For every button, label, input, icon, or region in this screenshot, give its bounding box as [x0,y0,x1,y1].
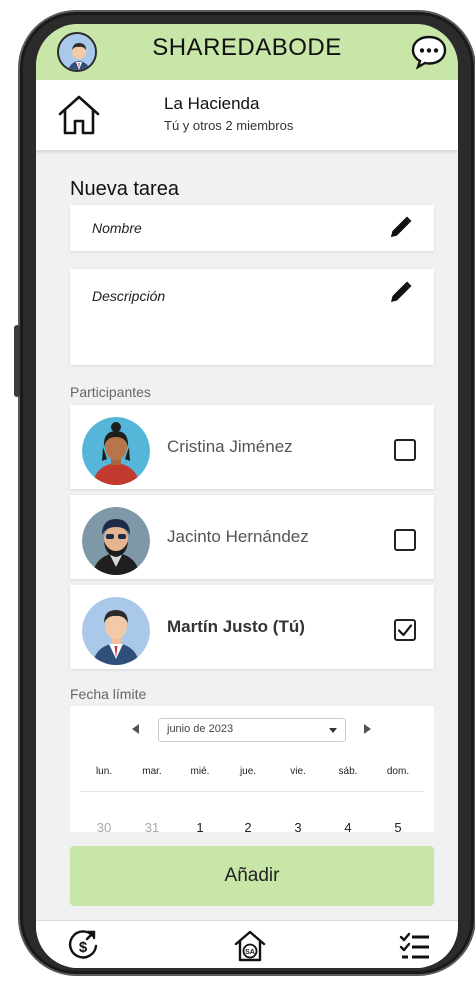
next-month-icon[interactable] [364,724,371,734]
avatar [82,507,150,575]
calendar-day[interactable]: 1 [180,820,220,832]
participants-label: Participantes [70,384,151,400]
participant-row[interactable]: Jacinto Hernández [70,495,434,579]
chat-button[interactable] [410,34,448,70]
calendar-day[interactable]: 2 [228,820,268,832]
weekday-label: mié. [190,766,210,777]
expenses-icon[interactable]: $ [66,929,100,963]
section-title: Nueva tarea [70,178,179,200]
participant-row[interactable]: Cristina Jiménez [70,405,434,489]
weekday-label: jue. [239,766,257,777]
avatar [82,417,150,485]
participant-name: Jacinto Hernández [167,527,309,546]
house-members: Tú y otros 2 miembros [164,118,294,133]
app-title: SHAREDABODE [152,34,342,61]
calendar-day[interactable]: 30 [84,820,124,832]
participant-name: Cristina Jiménez [167,437,293,456]
add-button[interactable]: Añadir [70,846,434,906]
checkmark-icon [397,624,413,637]
date-picker[interactable]: junio de 2023 lun. mar. mié. jue. vie. s… [70,706,434,832]
calendar-day[interactable]: 5 [378,820,418,832]
chevron-down-icon [329,728,337,733]
month-select-value: junio de 2023 [167,723,234,735]
calendar-day[interactable]: 4 [328,820,368,832]
month-select[interactable]: junio de 2023 [158,718,346,742]
home-sa-icon[interactable]: SA [233,929,267,963]
bottom-nav: $ SA [36,920,458,968]
participant-checkbox[interactable] [394,439,416,461]
app-screen: SHAREDABODE La Hacienda Tú y otros 2 mie… [36,24,458,968]
house-header[interactable]: La Hacienda Tú y otros 2 miembros [36,80,458,150]
pencil-icon[interactable] [386,279,414,307]
weekday-label: lun. [95,766,113,777]
name-field-placeholder: Nombre [92,220,142,236]
svg-text:SA: SA [245,949,255,956]
chat-icon [411,35,447,70]
participant-name: Martín Justo (Tú) [167,617,305,636]
phone-side-button [14,325,20,397]
description-field[interactable]: Descripción [70,269,434,365]
calendar-day[interactable]: 31 [132,820,172,832]
top-bar: SHAREDABODE [36,24,458,80]
weekday-label: dom. [386,766,410,777]
calendar-divider [80,791,424,792]
pencil-icon[interactable] [386,214,414,242]
participant-row[interactable]: Martín Justo (Tú) [70,585,434,669]
participant-checkbox[interactable] [394,529,416,551]
avatar [82,597,150,665]
name-field[interactable]: Nombre [70,205,434,251]
description-field-placeholder: Descripción [92,288,166,304]
deadline-label: Fecha límite [70,686,147,702]
previous-month-icon[interactable] [132,724,139,734]
svg-text:$: $ [79,939,88,956]
participant-checkbox-checked[interactable] [394,619,416,641]
house-name: La Hacienda [164,94,260,113]
weekday-label: vie. [290,766,306,777]
calendar-day[interactable]: 3 [278,820,318,832]
weekday-label: sáb. [338,766,358,777]
tasks-icon[interactable] [398,929,432,963]
weekday-label: mar. [142,766,162,777]
house-icon [58,95,100,135]
